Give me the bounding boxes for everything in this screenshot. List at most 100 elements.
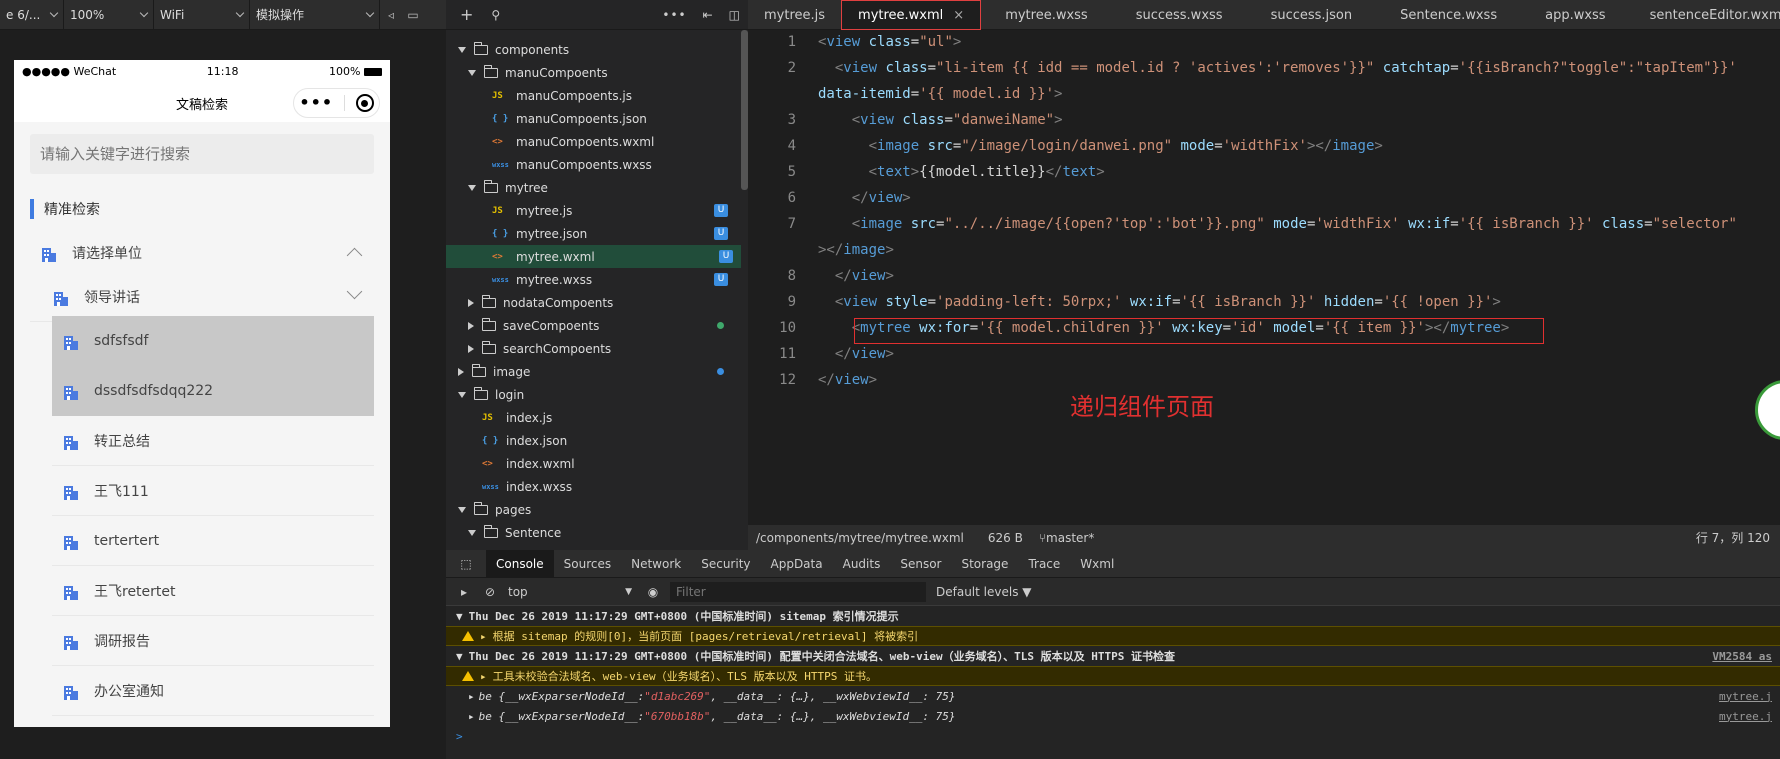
source-link[interactable]: mytree.j bbox=[1719, 710, 1780, 723]
tree-file[interactable]: <> index.wxml bbox=[446, 452, 736, 475]
volume-icon[interactable]: ◃ bbox=[380, 8, 402, 22]
tab-sensor[interactable]: Sensor bbox=[890, 550, 951, 578]
folder-icon bbox=[482, 294, 496, 308]
tab-success-json[interactable]: success.json bbox=[1247, 0, 1377, 30]
tab-security[interactable]: Security bbox=[691, 550, 760, 578]
tree-folder[interactable]: manuCompoents bbox=[446, 61, 736, 84]
tree-file-selected[interactable]: <> mytree.wxml U bbox=[446, 245, 741, 268]
tree-folder[interactable]: nodataCompoents bbox=[446, 291, 736, 314]
tree-file[interactable]: JS index.js bbox=[446, 406, 736, 429]
collapse-icon[interactable]: ⇤ bbox=[703, 8, 713, 22]
explorer-scrollbar[interactable] bbox=[741, 30, 748, 190]
tree-row[interactable]: sdfsfsdf bbox=[52, 316, 374, 366]
chevron-down-icon[interactable] bbox=[346, 283, 363, 300]
tree-file[interactable]: JS mytree.js U bbox=[446, 199, 736, 222]
chevron-up-icon[interactable] bbox=[346, 247, 363, 264]
tree-folder[interactable]: searchCompoents bbox=[446, 337, 736, 360]
context-select[interactable]: top ▼ bbox=[508, 585, 638, 599]
console-group-header[interactable]: ▼ Thu Dec 26 2019 11:17:29 GMT+0800 (中国标准… bbox=[446, 646, 1780, 666]
section-accent-bar bbox=[30, 199, 34, 219]
tab-mytree-wxss[interactable]: mytree.wxss bbox=[981, 0, 1112, 30]
network-select[interactable]: WiFi bbox=[154, 0, 250, 30]
annotation-text: 递归组件页面 bbox=[1070, 393, 1214, 421]
tab-console[interactable]: Console bbox=[486, 549, 554, 578]
device-select[interactable]: e 6/... bbox=[0, 0, 64, 30]
tree-file[interactable]: <> manuCompoents.wxml bbox=[446, 130, 736, 153]
tree-file[interactable]: JS manuCompoents.js bbox=[446, 84, 736, 107]
tab-audits[interactable]: Audits bbox=[833, 550, 891, 578]
tab-label: mytree.wxss bbox=[1005, 7, 1088, 23]
console-group-header[interactable]: ▼ Thu Dec 26 2019 11:17:29 GMT+0800 (中国标准… bbox=[446, 606, 1780, 626]
tab-success-wxss[interactable]: success.wxss bbox=[1112, 0, 1247, 30]
tree-folder[interactable]: mytree bbox=[446, 176, 736, 199]
tree-row[interactable]: tertertert bbox=[52, 516, 374, 566]
tab-appdata[interactable]: AppData bbox=[761, 550, 833, 578]
tree-label: searchCompoents bbox=[503, 341, 612, 356]
tree-file[interactable]: { } index.json bbox=[446, 429, 736, 452]
building-icon bbox=[40, 244, 58, 262]
tree-file[interactable]: { } mytree.json U bbox=[446, 222, 736, 245]
tree-folder[interactable]: Sentence bbox=[446, 521, 736, 544]
layout-icon[interactable]: ◫ bbox=[729, 8, 740, 22]
code-editor[interactable]: 1 2 3 4 5 6 7 8 9 10 11 12 <view class="… bbox=[748, 30, 1780, 525]
console-object[interactable]: ▸ be {__wxExparserNodeId__: "d1abc269", _… bbox=[446, 686, 1780, 706]
close-miniprogram-icon[interactable] bbox=[355, 94, 374, 112]
tree-row[interactable]: 领导讲话 bbox=[30, 272, 374, 322]
tree-folder[interactable]: saveCompoents bbox=[446, 314, 736, 337]
git-branch[interactable]: ⑂master* bbox=[1039, 531, 1095, 545]
code-line: <image src="/image/login/danwei.png" mod… bbox=[868, 138, 1383, 154]
tree-row[interactable]: dssdfsdfsdqq222 bbox=[52, 366, 374, 416]
console-warning[interactable]: ▸ 根据 sitemap 的规则[0]，当前页面 [pages/retrieval… bbox=[446, 626, 1780, 646]
simulator-toolbar: e 6/... 100% WiFi 模拟操作 ◃ ▭ bbox=[0, 0, 446, 30]
tab-mytree-js[interactable]: mytree.js bbox=[748, 0, 841, 30]
close-icon[interactable]: × bbox=[953, 8, 964, 23]
tab-sentenceeditor-wxml[interactable]: sentenceEditor.wxml bbox=[1630, 0, 1780, 30]
search-input[interactable] bbox=[30, 134, 374, 174]
zoom-select[interactable]: 100% bbox=[64, 0, 154, 30]
tab-storage[interactable]: Storage bbox=[951, 550, 1018, 578]
tab-sources[interactable]: Sources bbox=[554, 550, 621, 578]
source-link[interactable]: mytree.j bbox=[1719, 690, 1780, 703]
eye-icon[interactable]: ◉ bbox=[638, 585, 668, 599]
row-label: 调研报告 bbox=[94, 633, 150, 650]
tab-network[interactable]: Network bbox=[621, 550, 691, 578]
search-icon[interactable]: ⚲ bbox=[491, 8, 500, 22]
popout-icon[interactable]: ▭ bbox=[402, 8, 424, 22]
inspect-icon[interactable]: ⬚ bbox=[446, 557, 486, 571]
mode-select[interactable]: 模拟操作 bbox=[250, 0, 380, 30]
tab-trace[interactable]: Trace bbox=[1018, 550, 1070, 578]
tree-file[interactable]: wxss mytree.wxss U bbox=[446, 268, 736, 291]
tab-app-wxss[interactable]: app.wxss bbox=[1521, 0, 1629, 30]
tree-folder[interactable]: pages bbox=[446, 498, 736, 521]
tree-row[interactable]: 办公室通知 bbox=[52, 666, 374, 716]
tree-folder[interactable]: image bbox=[446, 360, 736, 383]
console-prompt[interactable]: > bbox=[446, 726, 1780, 746]
tree-file[interactable]: wxss manuCompoents.wxss bbox=[446, 153, 736, 176]
console-object[interactable]: ▸ be {__wxExparserNodeId__: "670bb18b", _… bbox=[446, 706, 1780, 726]
tree-row[interactable]: 调研报告 bbox=[52, 616, 374, 666]
unit-select-row[interactable]: 请选择单位 bbox=[30, 228, 374, 278]
more-icon[interactable]: ••• bbox=[299, 95, 333, 111]
tree-row[interactable]: 转正总结 bbox=[52, 416, 374, 466]
tree-folder[interactable]: components bbox=[446, 38, 736, 61]
tree-row[interactable]: 王飞111 bbox=[52, 466, 374, 516]
sidebar-toggle-icon[interactable]: ▸ bbox=[450, 585, 478, 599]
tab-mytree-wxml[interactable]: mytree.wxml × bbox=[841, 0, 982, 30]
branch-icon: ⑂ bbox=[1038, 530, 1047, 545]
add-icon[interactable]: + bbox=[460, 5, 473, 24]
tree-row[interactable]: 王飞retertet bbox=[52, 566, 374, 616]
building-icon bbox=[62, 432, 80, 450]
tab-wxml[interactable]: Wxml bbox=[1070, 550, 1124, 578]
log-levels-select[interactable]: Default levels ▼ bbox=[936, 585, 1032, 599]
tree-file[interactable]: { } manuCompoents.json bbox=[446, 107, 736, 130]
git-status-badge: U bbox=[719, 250, 733, 263]
folder-icon bbox=[484, 179, 498, 193]
clear-console-icon[interactable]: ⊘ bbox=[478, 585, 502, 599]
tab-sentence-wxss[interactable]: Sentence.wxss bbox=[1376, 0, 1521, 30]
source-link[interactable]: VM2584 as bbox=[1712, 650, 1780, 663]
console-filter-input[interactable] bbox=[670, 581, 926, 602]
tree-folder[interactable]: login bbox=[446, 383, 736, 406]
tree-file[interactable]: wxss index.wxss bbox=[446, 475, 736, 498]
console-warning[interactable]: ▸ 工具未校验合法域名、web-view（业务域名）、TLS 版本以及 HTTPS… bbox=[446, 666, 1780, 686]
more-icon[interactable]: ••• bbox=[662, 8, 686, 22]
